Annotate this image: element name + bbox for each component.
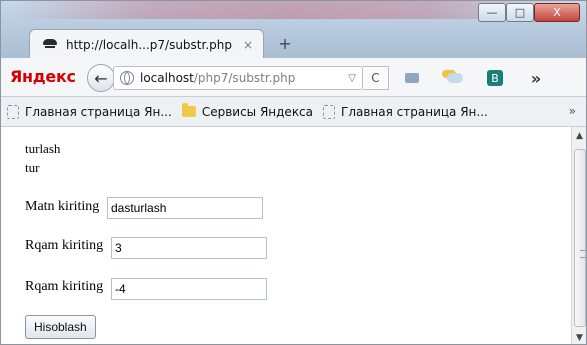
close-tab-icon[interactable]: × <box>243 38 253 52</box>
maximize-button[interactable]: □ <box>506 3 534 22</box>
result-line-1: turlash <box>25 141 61 156</box>
url-dropdown-icon[interactable]: ▽ <box>348 73 356 84</box>
length-number-input[interactable] <box>111 278 267 300</box>
start-number-label: Rqam kiriting <box>25 238 104 253</box>
bookmark-label: Главная страница Ян... <box>341 104 488 119</box>
toolbar: Яндекс ← localhost/php7/substr.php ▽ C B… <box>1 58 586 97</box>
browser-window: — □ X http://localh...p7/substr.php × + … <box>0 0 587 345</box>
result-line-2: tur <box>25 160 40 175</box>
browser-tab[interactable]: http://localh...p7/substr.php × <box>29 29 264 59</box>
url-host: localhost <box>140 71 194 85</box>
bookmark-label: Главная страница Ян... <box>25 104 172 119</box>
bookmarks-bar: Главная страница Ян... Сервисы Яндекса Г… <box>1 97 586 127</box>
page-content: turlash tur Matn kiriting Rqam kiriting … <box>1 127 571 344</box>
bookmark-label: Сервисы Яндекса <box>201 104 314 119</box>
scroll-thumb[interactable] <box>574 149 586 327</box>
bookmark-item[interactable]: Главная страница Ян... <box>7 104 172 119</box>
length-number-label: Rqam kiriting <box>25 279 104 294</box>
bookmark-item[interactable]: Главная страница Ян... <box>323 104 488 119</box>
mail-icon[interactable] <box>403 69 421 87</box>
minimize-button[interactable]: — <box>478 3 506 22</box>
url-text[interactable]: localhost/php7/substr.php <box>140 71 295 85</box>
text-input[interactable] <box>107 197 263 219</box>
title-bar: — □ X http://localh...p7/substr.php × + <box>1 1 586 59</box>
start-number-input[interactable] <box>111 237 267 259</box>
tab-title: http://localh...p7/substr.php <box>66 37 232 52</box>
calculate-button[interactable]: Hisoblash <box>25 315 96 339</box>
scroll-grip-icon <box>580 250 586 258</box>
page-icon <box>7 104 19 119</box>
refresh-button[interactable]: C <box>363 66 389 90</box>
globe-icon <box>120 71 134 85</box>
weather-icon[interactable] <box>446 69 464 87</box>
window-controls: — □ X <box>478 3 580 22</box>
hat-icon <box>42 38 58 52</box>
yandex-bar-icon[interactable]: B <box>487 70 503 86</box>
text-label: Matn kiriting <box>25 199 100 214</box>
new-tab-button[interactable]: + <box>271 32 299 54</box>
yandex-logo[interactable]: Яндекс <box>10 67 76 86</box>
scroll-down-icon[interactable]: ▼ <box>576 333 583 343</box>
address-bar[interactable]: localhost/php7/substr.php ▽ <box>113 66 363 90</box>
bookmark-item[interactable]: Сервисы Яндекса <box>181 103 314 119</box>
page-icon <box>323 104 336 119</box>
folder-icon <box>181 103 196 117</box>
scroll-up-icon[interactable]: ▲ <box>576 131 583 141</box>
menu-icon[interactable] <box>562 70 580 86</box>
back-button[interactable]: ← <box>87 64 115 92</box>
url-path: /php7/substr.php <box>193 71 296 85</box>
overflow-icon[interactable]: » <box>527 69 545 88</box>
bookmarks-overflow-icon[interactable]: » <box>569 104 576 118</box>
vertical-scrollbar[interactable]: ▲ ▼ <box>571 127 586 344</box>
close-window-button[interactable]: X <box>534 3 580 22</box>
